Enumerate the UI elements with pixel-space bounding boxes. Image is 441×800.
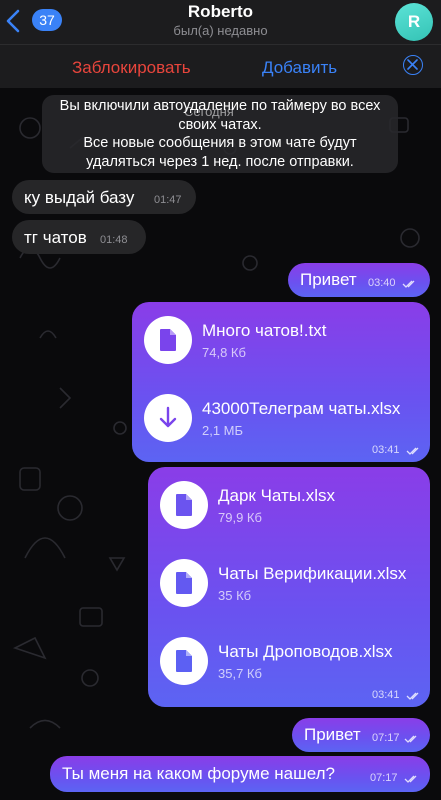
outgoing-message[interactable]: Привет 07:17 — [292, 718, 430, 752]
message-text: Ты меня на каком форуме нашел? — [62, 764, 335, 783]
add-contact-button[interactable]: Добавить — [262, 58, 337, 78]
file-size: 74,8 Кб — [202, 345, 246, 360]
block-button[interactable]: Заблокировать — [72, 58, 191, 78]
file-size: 79,9 Кб — [218, 510, 262, 525]
file-size: 35 Кб — [218, 588, 252, 603]
read-checkmarks-icon — [404, 735, 417, 743]
document-icon[interactable] — [160, 559, 208, 607]
file-size: 35,7 Кб — [218, 666, 262, 681]
message-text: тг чатов — [24, 228, 87, 247]
document-icon[interactable] — [160, 481, 208, 529]
file-size: 2,1 МБ — [202, 423, 244, 438]
date-chip: Сегодня — [184, 104, 234, 119]
outgoing-message[interactable]: Привет 03:40 — [288, 263, 430, 297]
message-time: 03:41 — [372, 444, 400, 456]
file-attachment[interactable]: Много чатов!.txt 74,8 Кб — [132, 316, 430, 376]
file-name: Много чатов!.txt — [202, 321, 327, 340]
contact-action-bar: Заблокировать Добавить — [0, 44, 441, 88]
chat-header: 37 Roberto был(а) недавно R — [0, 0, 441, 44]
service-message-line: Все новые сообщения в этом чате будут — [83, 135, 357, 151]
file-name: 43000Телеграм чаты.xlsx — [202, 399, 401, 418]
file-name: Чаты Верификации.xlsx — [218, 564, 407, 583]
message-time: 01:47 — [154, 194, 182, 206]
file-name: Чаты Дроповодов.xlsx — [218, 642, 393, 661]
close-icon[interactable] — [403, 55, 423, 75]
message-text: Привет — [300, 270, 357, 289]
incoming-message[interactable]: ку выдай базу 01:47 — [12, 180, 196, 214]
outgoing-files-message: Дарк Чаты.xlsx 79,9 Кб Чаты Верификации.… — [148, 467, 430, 707]
message-time: 03:40 — [368, 277, 396, 289]
read-checkmarks-icon — [404, 775, 417, 783]
read-checkmarks-icon — [406, 447, 419, 455]
message-time: 07:17 — [372, 732, 400, 744]
message-text: ку выдай базу — [24, 188, 135, 207]
document-icon[interactable] — [144, 316, 192, 364]
incoming-message[interactable]: тг чатов 01:48 — [12, 220, 146, 254]
chat-title[interactable]: Roberto — [0, 2, 441, 22]
outgoing-message[interactable]: Ты меня на каком форуме нашел? 07:17 — [50, 756, 430, 792]
message-time: 07:17 — [370, 772, 398, 784]
avatar[interactable]: R — [395, 3, 433, 41]
read-checkmarks-icon — [402, 280, 415, 288]
outgoing-files-message: Много чатов!.txt 74,8 Кб 43000Телеграм ч… — [132, 302, 430, 462]
file-attachment[interactable]: Чаты Дроповодов.xlsx 35,7 Кб — [148, 637, 430, 697]
file-attachment[interactable]: Дарк Чаты.xlsx 79,9 Кб — [148, 481, 430, 541]
document-icon[interactable] — [160, 637, 208, 685]
message-text: Привет — [304, 725, 361, 744]
download-icon[interactable] — [144, 394, 192, 442]
message-time: 03:41 — [372, 689, 400, 701]
read-checkmarks-icon — [406, 692, 419, 700]
last-seen-status: был(а) недавно — [173, 23, 268, 38]
file-attachment[interactable]: Чаты Верификации.xlsx 35 Кб — [148, 559, 430, 619]
service-message-line: удаляться через 1 нед. после отправки. — [86, 153, 354, 170]
message-time: 01:48 — [100, 234, 128, 246]
file-name: Дарк Чаты.xlsx — [218, 486, 335, 505]
